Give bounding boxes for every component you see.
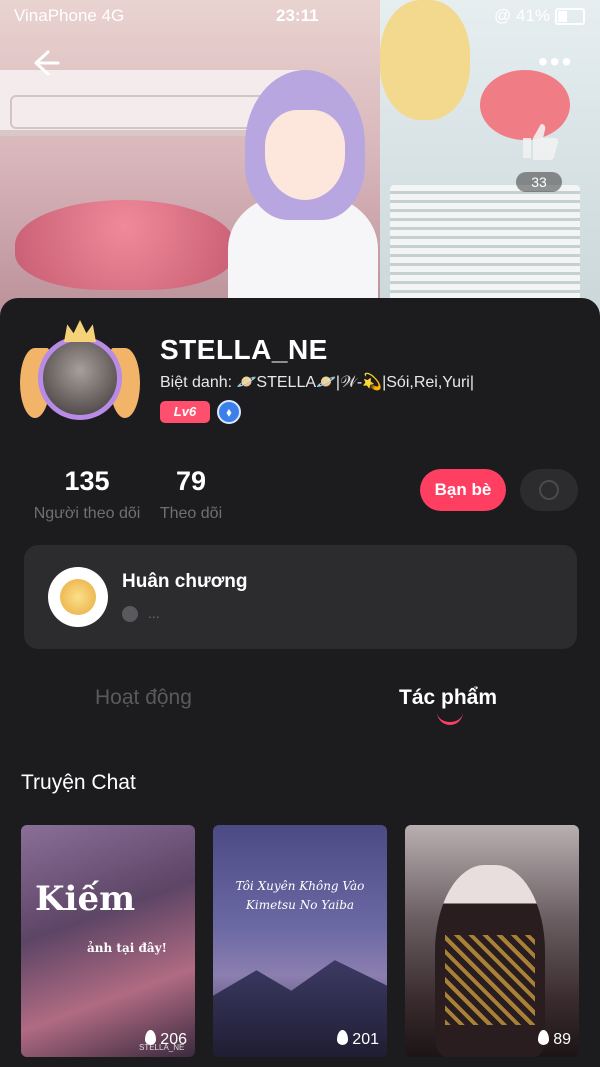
carrier-label: VinaPhone 4G bbox=[14, 6, 125, 25]
level-badge: Lv6 bbox=[160, 401, 210, 423]
medal-subtitle: ... bbox=[122, 605, 160, 623]
flame-icon bbox=[538, 1030, 550, 1045]
crown-frame-icon bbox=[64, 320, 96, 342]
story-cover-title: Tôi Xuyên Không Vào Kimetsu No Yaiba bbox=[235, 879, 365, 912]
status-bar: VinaPhone 4G 23:11 @ 41% bbox=[0, 0, 600, 32]
friends-button[interactable]: Bạn bè bbox=[420, 469, 506, 511]
nickname: Biệt danh: 🪐STELLA🪐|𝒲-💫|Sói,Rei,Yuri| bbox=[160, 374, 475, 391]
following-label: Theo dõi bbox=[159, 505, 223, 522]
story-heat-count: 201 bbox=[337, 1030, 379, 1049]
story-heat-count: 89 bbox=[538, 1030, 571, 1049]
more-dots-icon[interactable]: ••• bbox=[538, 48, 573, 76]
verified-badge-icon[interactable]: ⬧ bbox=[217, 400, 241, 424]
profile-cover-image bbox=[0, 0, 600, 330]
back-arrow-icon[interactable] bbox=[28, 46, 62, 80]
medal-card[interactable]: Huân chương ... bbox=[24, 545, 577, 649]
followers-count: 135 bbox=[64, 466, 110, 496]
story-card[interactable]: 89 bbox=[405, 825, 579, 1057]
story-card[interactable]: Tôi Xuyên Không Vào Kimetsu No Yaiba 201 bbox=[213, 825, 387, 1057]
like-count: 33 bbox=[516, 172, 562, 192]
following-count: 79 bbox=[175, 466, 207, 496]
avatar-image bbox=[38, 336, 122, 420]
story-cover-title: Kiếm bbox=[35, 879, 136, 919]
flame-icon bbox=[145, 1030, 157, 1045]
flame-icon bbox=[337, 1030, 349, 1045]
thumbs-up-icon bbox=[523, 124, 559, 160]
chat-bubble-icon bbox=[539, 480, 559, 500]
medal-placeholder-icon bbox=[122, 606, 138, 623]
like-button[interactable] bbox=[515, 118, 565, 169]
story-heat-count: 206 bbox=[145, 1030, 187, 1049]
chat-button[interactable] bbox=[520, 469, 578, 511]
section-title: Truyện Chat bbox=[21, 771, 136, 794]
avatar[interactable] bbox=[20, 318, 140, 438]
following-stat[interactable]: 79 Theo dõi bbox=[156, 466, 226, 523]
story-cover-subtitle: ảnh tại đây! bbox=[87, 941, 167, 955]
battery-percentage: @ 41% bbox=[494, 6, 551, 25]
battery-icon bbox=[555, 8, 585, 25]
tab-works[interactable]: Tác phẩm bbox=[399, 686, 497, 710]
medal-title: Huân chương bbox=[122, 571, 248, 592]
followers-stat[interactable]: 135 Người theo dõi bbox=[30, 466, 144, 523]
tab-activity[interactable]: Hoạt động bbox=[95, 686, 192, 710]
followers-label: Người theo dõi bbox=[33, 505, 141, 522]
story-card[interactable]: Kiếm ảnh tại đây! STELLA_NE 206 bbox=[21, 825, 195, 1057]
username: STELLA_NE bbox=[160, 334, 328, 365]
medal-icon bbox=[48, 567, 108, 627]
clock: 23:11 bbox=[276, 6, 319, 25]
